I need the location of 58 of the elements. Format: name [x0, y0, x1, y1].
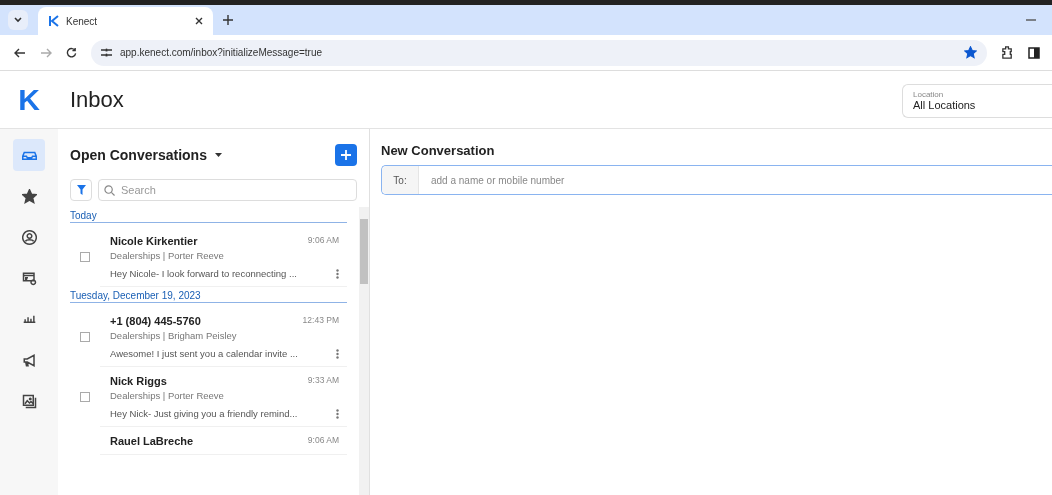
date-heading: Today	[70, 207, 347, 223]
star-icon	[21, 188, 37, 204]
list-title[interactable]: Open Conversations	[70, 147, 207, 163]
contact-name: +1 (804) 445-5760	[110, 315, 201, 327]
user-icon	[21, 229, 37, 245]
contact-name: Nick Riggs	[110, 375, 167, 387]
more-icon[interactable]	[336, 348, 339, 359]
page-title: Inbox	[70, 86, 124, 113]
conversation-item[interactable]: Rauel LaBreche 9:06 AM	[100, 427, 347, 455]
location-select[interactable]: Location All Locations	[902, 83, 1052, 118]
contact-name: Nicole Kirkentier	[110, 235, 198, 247]
more-icon[interactable]	[336, 408, 339, 419]
address-bar[interactable]: app.kenect.com/inbox?initializeMessage=true	[91, 39, 987, 66]
search-field[interactable]: Search	[98, 179, 357, 201]
checkbox[interactable]	[80, 332, 90, 342]
conversation-item[interactable]: Nick Riggs 9:33 AM Dealerships | Porter Reeve Hey Nick- Just giving you a friendly remind...	[100, 367, 347, 427]
tab-list-icon[interactable]	[8, 10, 28, 30]
message-time: 12:43 PM	[302, 315, 339, 327]
message-time: 9:06 AM	[307, 235, 339, 247]
checkbox[interactable]	[80, 252, 90, 262]
conversation-item[interactable]: +1 (804) 445-5760 12:43 PM Dealerships | Brigham Peisley Awesome! I just sent you a calendar invite ...	[100, 307, 347, 367]
search-icon	[104, 184, 115, 196]
caret-icon[interactable]	[214, 153, 222, 157]
bookmark-star-icon[interactable]	[964, 46, 977, 59]
billing-icon	[21, 270, 37, 286]
chart-icon	[21, 315, 37, 323]
date-heading: Tuesday, December 19, 2023	[70, 287, 347, 303]
filter-button[interactable]	[70, 179, 92, 201]
new-conversation-button[interactable]	[335, 144, 357, 166]
scrollbar[interactable]	[359, 207, 369, 495]
message-preview: Awesome! I just sent you a calendar invite ...	[110, 348, 298, 359]
browser-tab[interactable]: Kenect	[38, 7, 213, 35]
conversation-item[interactable]: Nicole Kirkentier 9:06 AM Dealerships | Porter Reeve Hey Nicole- I look forward to reconnecting ...	[100, 227, 347, 287]
back-icon[interactable]	[14, 47, 26, 58]
to-label: To:	[382, 166, 419, 194]
message-preview: Hey Nick- Just giving you a friendly remind...	[110, 408, 298, 419]
filter-icon	[76, 185, 86, 195]
message-time: 9:33 AM	[307, 375, 339, 387]
contact-group: Dealerships | Porter Reeve	[110, 250, 339, 261]
contact-group: Dealerships | Brigham Peisley	[110, 330, 339, 341]
checkbox[interactable]	[80, 392, 90, 402]
reload-icon[interactable]	[66, 47, 77, 58]
app-logo[interactable]: K	[0, 82, 58, 117]
extensions-icon[interactable]	[1001, 46, 1014, 59]
more-icon[interactable]	[336, 268, 339, 279]
message-preview: Hey Nicole- I look forward to reconnecting ...	[110, 268, 297, 279]
contact-name: Rauel LaBreche	[110, 435, 194, 447]
message-time: 9:06 AM	[307, 435, 339, 447]
contact-group: Dealerships | Porter Reeve	[110, 390, 339, 401]
image-icon	[21, 393, 37, 409]
close-icon[interactable]	[195, 17, 203, 25]
megaphone-icon	[21, 352, 37, 368]
site-settings-icon	[101, 48, 112, 57]
plus-icon	[341, 150, 351, 160]
logo-icon	[48, 15, 60, 27]
side-panel-icon[interactable]	[1028, 46, 1040, 59]
compose-title: New Conversation	[381, 143, 496, 158]
new-tab-icon[interactable]	[223, 15, 233, 25]
